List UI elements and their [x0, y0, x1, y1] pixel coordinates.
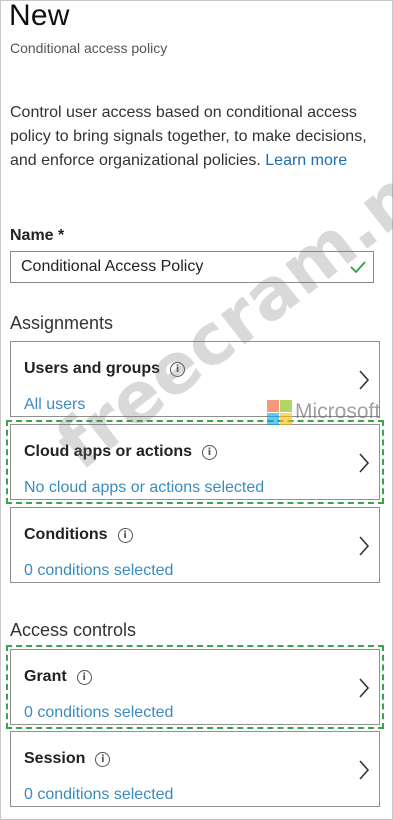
- info-icon[interactable]: i: [117, 528, 133, 543]
- card-value: 0 conditions selected: [24, 786, 174, 803]
- info-icon[interactable]: i: [170, 362, 186, 377]
- info-icon[interactable]: i: [95, 752, 111, 767]
- card-title: Cloud apps or actions i: [24, 443, 218, 461]
- users-and-groups-card[interactable]: Users and groups i All users: [10, 341, 380, 417]
- card-title: Conditions i: [24, 526, 133, 544]
- card-title: Session i: [24, 750, 111, 768]
- conditions-card[interactable]: Conditions i 0 conditions selected: [10, 507, 380, 583]
- card-value: 0 conditions selected: [24, 562, 174, 579]
- access-controls-heading: Access controls: [10, 620, 137, 640]
- page-title: New: [9, 0, 70, 32]
- chevron-right-icon: [359, 536, 370, 556]
- info-icon[interactable]: i: [76, 670, 92, 685]
- chevron-right-icon: [359, 453, 370, 473]
- cloud-apps-card[interactable]: Cloud apps or actions i No cloud apps or …: [6, 420, 384, 504]
- learn-more-link[interactable]: Learn more: [265, 152, 347, 169]
- chevron-right-icon: [359, 370, 370, 390]
- card-title: Grant i: [24, 668, 92, 686]
- chevron-right-icon: [359, 760, 370, 780]
- card-value: No cloud apps or actions selected: [24, 479, 265, 496]
- assignments-heading: Assignments: [10, 313, 114, 333]
- session-card[interactable]: Session i 0 conditions selected: [10, 731, 380, 807]
- name-field-label: Name *: [10, 227, 65, 244]
- page-subtitle: Conditional access policy: [10, 40, 168, 56]
- card-value: All users: [24, 396, 86, 413]
- card-value: 0 conditions selected: [24, 704, 174, 721]
- policy-description: Control user access based on conditional…: [10, 101, 380, 173]
- grant-card[interactable]: Grant i 0 conditions selected: [6, 645, 384, 729]
- policy-name-input[interactable]: [10, 251, 374, 283]
- blade-panel: New Conditional access policy Control us…: [0, 0, 393, 820]
- card-title: Users and groups i: [24, 360, 186, 378]
- check-icon: [350, 261, 366, 274]
- chevron-right-icon: [359, 678, 370, 698]
- info-icon[interactable]: i: [202, 445, 218, 460]
